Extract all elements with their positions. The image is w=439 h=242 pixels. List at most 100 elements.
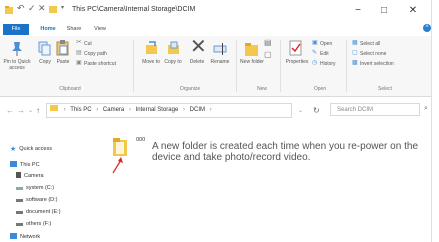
nav-item-camera[interactable]: Camera <box>16 171 44 181</box>
history-icon: ◷ <box>312 60 318 66</box>
address-dropdown-icon[interactable]: ⌄ <box>298 107 303 114</box>
group-label-open: Open <box>313 86 327 92</box>
window-title: This PC\Camera\Internal Storage\DCIM <box>72 6 196 13</box>
tab-home[interactable]: Home <box>38 24 58 35</box>
select-none-icon: ▢ <box>352 50 358 56</box>
paste-icon <box>56 40 69 56</box>
move-to-icon <box>146 41 157 54</box>
breadcrumb-dcim[interactable]: DCIM <box>190 107 205 113</box>
select-all-icon: ▦ <box>352 40 358 46</box>
help-icon[interactable]: ^ <box>423 24 431 32</box>
paste-button[interactable]: Paste <box>53 59 73 65</box>
nav-item-software-d[interactable]: software (D:) <box>16 195 57 205</box>
ribbon-divider <box>280 40 281 92</box>
breadcrumb-this-pc[interactable]: This PC <box>70 107 91 113</box>
copy-button[interactable]: Copy <box>35 59 55 65</box>
new-folder-icon[interactable] <box>49 5 58 15</box>
new-folder-button[interactable]: New folder <box>240 59 264 65</box>
rename-icon <box>213 43 227 55</box>
delete-button[interactable]: Delete <box>186 59 208 65</box>
open-button[interactable]: Open <box>320 41 332 47</box>
tab-share[interactable]: Share <box>64 24 84 35</box>
ribbon-divider <box>236 40 237 92</box>
tab-file[interactable]: File <box>3 24 29 35</box>
folder-icon <box>50 105 58 111</box>
new-folder-icon <box>245 43 258 56</box>
title-bar: ↶ ✓ ✕ ▾ This PC\Camera\Internal Storage\… <box>0 0 431 22</box>
search-icon: ⌕ <box>424 105 428 112</box>
paste-shortcut-button[interactable]: Paste shortcut <box>84 61 116 67</box>
ribbon-tabs: File Home Share View ^ <box>0 22 431 36</box>
chevron-down-icon[interactable]: ⌄ <box>28 107 33 114</box>
nav-item-others-f[interactable]: others (F:) <box>16 219 51 229</box>
group-label-select: Select <box>378 86 392 92</box>
scissors-icon: ✂ <box>76 39 82 46</box>
forward-arrow-icon[interactable]: → <box>17 106 25 115</box>
rename-button[interactable]: Rename <box>208 59 232 65</box>
history-button[interactable]: History <box>320 61 336 67</box>
arrow-icon <box>112 157 123 174</box>
close-button[interactable]: ✕ <box>402 3 424 19</box>
properties-check-icon[interactable]: ✓ <box>28 3 36 13</box>
move-to-button[interactable]: Move to <box>140 59 162 65</box>
open-icon: ▣ <box>312 40 318 46</box>
folder-name[interactable]: 000 <box>136 137 145 143</box>
network-icon <box>10 233 17 239</box>
refresh-icon[interactable]: ↻ <box>313 106 320 115</box>
ribbon-divider <box>346 40 347 92</box>
star-icon: ★ <box>10 146 17 153</box>
address-bar[interactable]: › This PC › Camera › Internal Storage › … <box>46 103 292 118</box>
group-label-new: New <box>256 86 267 92</box>
back-arrow-icon[interactable]: ← <box>6 106 14 115</box>
invert-selection-icon: ▩ <box>352 60 358 66</box>
nav-item-document-e[interactable]: document (E:) <box>16 207 61 217</box>
easy-access-icon[interactable]: ▢ <box>264 51 272 59</box>
edit-button[interactable]: Edit <box>320 51 329 57</box>
select-none-button[interactable]: Select none <box>360 51 386 57</box>
cut-button[interactable]: Cut <box>84 41 92 47</box>
drive-icon <box>16 199 23 202</box>
properties-button[interactable]: Properties <box>283 59 311 65</box>
close-icon[interactable]: ✕ <box>38 3 46 13</box>
delete-icon: ✕ <box>190 36 207 58</box>
computer-icon <box>10 161 17 167</box>
invert-selection-button[interactable]: Invert selection <box>360 61 394 67</box>
chevron-down-icon[interactable]: ▾ <box>61 4 64 14</box>
up-arrow-icon[interactable]: ↑ <box>36 106 40 115</box>
ribbon-home: Pin to Quick access Copy Paste ✂ Cut ▤ C… <box>0 36 431 97</box>
drive-icon <box>16 211 23 214</box>
group-label-organize: Organize <box>179 86 201 92</box>
maximize-button[interactable]: □ <box>373 3 395 19</box>
minimize-button[interactable]: − <box>347 3 369 19</box>
annotation-note: A new folder is created each time when y… <box>152 141 418 163</box>
pin-to-quick-access-button[interactable]: Pin to Quick access <box>1 59 33 71</box>
nav-item-system-c[interactable]: system (C:) <box>16 183 54 193</box>
undo-icon[interactable]: ↶ <box>17 3 25 13</box>
copy-path-icon: ▤ <box>76 50 82 56</box>
edit-icon: ✎ <box>312 50 318 56</box>
tab-view[interactable]: View <box>90 24 110 35</box>
properties-icon <box>289 40 302 56</box>
select-all-button[interactable]: Select all <box>360 41 380 47</box>
file-list: 000 A new folder is created each time wh… <box>92 124 431 242</box>
ribbon-divider <box>133 40 134 92</box>
breadcrumb-internal-storage[interactable]: Internal Storage <box>136 107 179 113</box>
nav-item-this-pc[interactable]: This PC <box>10 160 40 170</box>
new-item-icon[interactable]: ▤ <box>264 39 272 47</box>
address-row: ← → ⌄ ↑ › This PC › Camera › Internal St… <box>0 98 431 122</box>
copy-path-button[interactable]: Copy path <box>84 51 107 57</box>
navigation-pane: ★ Quick access This PC Camera system (C:)… <box>0 124 92 242</box>
drive-icon <box>16 187 23 190</box>
nav-item-network[interactable]: Network <box>10 232 40 242</box>
pin-icon <box>12 42 22 56</box>
group-label-clipboard: Clipboard <box>59 86 81 92</box>
nav-item-quick-access[interactable]: ★ Quick access <box>10 144 52 154</box>
copy-icon <box>38 41 51 56</box>
copy-to-button[interactable]: Copy to <box>162 59 184 65</box>
drive-icon <box>16 223 23 226</box>
search-input[interactable]: Search DCIM <box>330 103 420 116</box>
file-explorer-window: ↶ ✓ ✕ ▾ This PC\Camera\Internal Storage\… <box>0 0 432 242</box>
folder-icon[interactable] <box>112 137 128 157</box>
copy-to-icon <box>168 41 179 54</box>
breadcrumb-camera[interactable]: Camera <box>103 107 124 113</box>
